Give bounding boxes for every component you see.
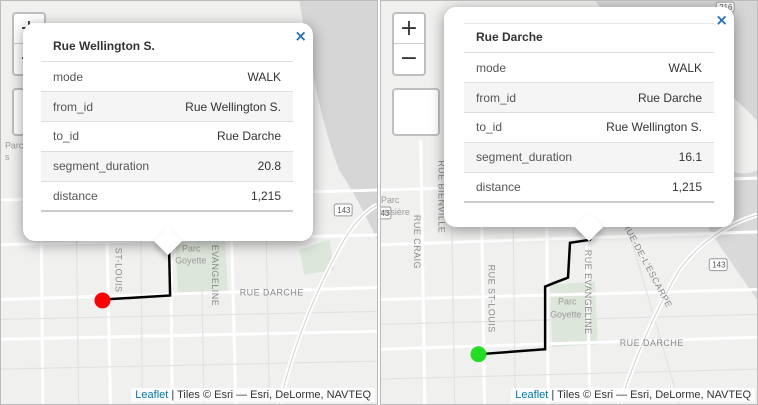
row-key: mode [41,62,168,93]
popup-right: × Rue Darche mode WALK from_id Rue Darche … [444,7,734,242]
place-label-parc: Parc [558,296,577,306]
table-row: distance 1,215 [464,172,714,203]
row-key: distance [41,181,168,212]
street-label-evangeline: RUE EVANGELINE [583,250,593,335]
place-label-parc-left: Parc [381,195,400,205]
street-label-stlouis: RUE ST-LOUIS [486,265,496,333]
row-key: distance [464,172,590,203]
attribution: Leaflet | Tiles © Esri — Esri, DeLorme, … [131,388,375,402]
attribution-text: | Tiles © Esri — Esri, DeLorme, NAVTEQ [168,389,371,401]
popup-left: × Rue Wellington S. mode WALK from_id Rue … [23,23,313,256]
row-key: segment_duration [464,142,590,173]
attribution-text: | Tiles © Esri — Esri, DeLorme, NAVTEQ [548,389,751,401]
place-label-goyette: Goyette [550,309,581,319]
popup-table: mode WALK from_id Rue Darche to_id Rue Well… [464,53,714,203]
street-label-stlouis: ST-LOUIS [113,248,123,293]
popup-table: mode WALK from_id Rue Wellington S. to_id R… [41,62,293,212]
attribution: Leaflet | Tiles © Esri — Esri, DeLorme, … [511,388,755,402]
place-label-goyette: Goyette [175,256,206,266]
map-left[interactable]: 143 RUE DARCHE ST-LOUIS EVANGELINE Parc … [0,0,378,405]
map-right[interactable]: 143 216 143 RUE DARCHE RUE ST-LOUIS RUE … [380,0,758,405]
place-label-parc-left: Parc [5,140,24,150]
leaflet-link[interactable]: Leaflet [515,389,548,401]
street-label-evangeline: EVANGELINE [210,245,220,306]
row-key: from_id [41,91,168,123]
row-value: Rue Darche [167,121,293,152]
zoom-control: + − [392,12,426,76]
place-label-parc: Parc [182,244,201,254]
layer-control[interactable] [392,88,440,136]
table-row: from_id Rue Darche [464,82,714,114]
row-key: to_id [41,121,168,152]
origin-marker[interactable] [470,346,487,363]
popup-title: Rue Wellington S. [41,33,293,62]
close-icon[interactable]: × [715,11,728,29]
row-value: 1,215 [589,172,714,203]
street-label-darche: RUE DARCHE [620,338,684,348]
origin-marker[interactable] [94,292,111,309]
table-row: segment_duration 16.1 [464,142,714,173]
row-key: segment_duration [41,151,168,182]
row-value: Rue Darche [589,82,714,114]
table-row: mode WALK [41,62,293,93]
table-row: mode WALK [464,53,714,84]
close-icon[interactable]: × [294,27,307,45]
place-label-ussiere: ussière [381,207,410,217]
row-value: Rue Wellington S. [167,91,293,123]
zoom-in-button[interactable]: + [394,14,424,44]
row-value: 16.1 [589,142,714,173]
row-value: WALK [167,62,293,93]
leaflet-link[interactable]: Leaflet [135,389,168,401]
table-row: segment_duration 20.8 [41,151,293,182]
row-value: 1,215 [167,181,293,212]
table-row: distance 1,215 [41,181,293,212]
row-key: to_id [464,112,590,143]
street-label-craig: RUE CRAIG [412,215,422,269]
row-value: 20.8 [167,151,293,182]
route-shield-label: 143 [337,206,351,215]
place-label-partial: s [5,152,10,162]
popup-title: Rue Darche [464,23,714,53]
table-row: to_id Rue Darche [41,121,293,152]
table-row: from_id Rue Wellington S. [41,91,293,123]
row-value: Rue Wellington S. [589,112,714,143]
row-key: mode [464,53,590,84]
zoom-out-button[interactable]: − [394,44,424,74]
row-value: WALK [589,53,714,84]
row-key: from_id [464,82,590,114]
table-row: to_id Rue Wellington S. [464,112,714,143]
street-label-darche: RUE DARCHE [240,288,304,298]
route-shield-label: 143 [712,261,726,270]
